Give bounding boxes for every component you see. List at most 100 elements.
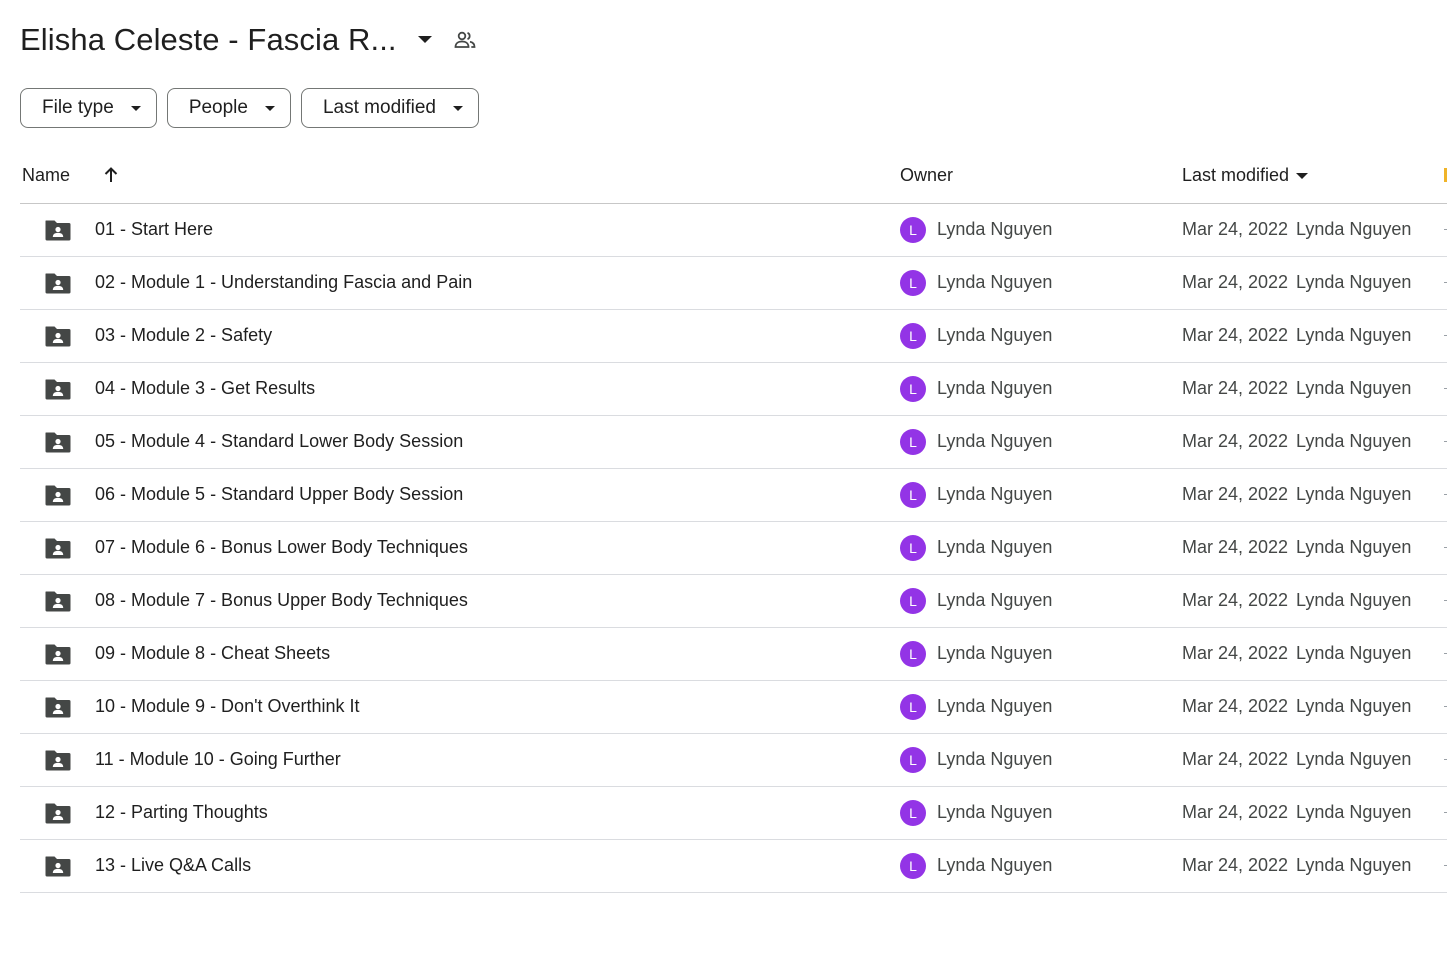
last-modified-by: Lynda Nguyen — [1296, 643, 1412, 663]
avatar: L — [900, 588, 926, 614]
drive-folder-view: Elisha Celeste - Fascia R... File type P… — [0, 0, 1447, 971]
last-modified-by: Lynda Nguyen — [1296, 749, 1412, 769]
avatar: L — [900, 482, 926, 508]
table-row[interactable]: 10 - Module 9 - Don't Overthink It L Lyn… — [20, 681, 1447, 734]
file-name[interactable]: 10 - Module 9 - Don't Overthink It — [95, 696, 360, 717]
owner-name: Lynda Nguyen — [937, 272, 1053, 292]
shared-folder-icon — [44, 324, 72, 348]
file-name[interactable]: 09 - Module 8 - Cheat Sheets — [95, 643, 330, 664]
file-name[interactable]: 12 - Parting Thoughts — [95, 802, 268, 823]
last-modified-date: Mar 24, 2022 — [1182, 219, 1289, 239]
avatar: L — [900, 429, 926, 455]
avatar: L — [900, 694, 926, 720]
file-list: Name Owner Last modified 01 - Start Here… — [20, 150, 1447, 893]
file-name[interactable]: 07 - Module 6 - Bonus Lower Body Techniq… — [95, 537, 468, 558]
last-modified-by: Lynda Nguyen — [1296, 272, 1412, 292]
shared-folder-icon — [44, 271, 72, 295]
avatar: L — [900, 800, 926, 826]
avatar: L — [900, 535, 926, 561]
arrow-drop-down-icon — [452, 105, 464, 112]
arrow-up-icon[interactable] — [100, 164, 122, 186]
last-modified-filter[interactable]: Last modified — [300, 88, 479, 128]
avatar: L — [900, 217, 926, 243]
last-modified-by: Lynda Nguyen — [1296, 802, 1412, 822]
shared-folder-icon — [44, 854, 72, 878]
last-modified-date: Mar 24, 2022 — [1182, 590, 1289, 610]
shared-folder-icon — [44, 218, 72, 242]
file-name[interactable]: 05 - Module 4 - Standard Lower Body Sess… — [95, 431, 463, 452]
file-name[interactable]: 06 - Module 5 - Standard Upper Body Sess… — [95, 484, 463, 505]
last-modified-by: Lynda Nguyen — [1296, 378, 1412, 398]
table-row[interactable]: 02 - Module 1 - Understanding Fascia and… — [20, 257, 1447, 310]
folder-title[interactable]: Elisha Celeste - Fascia R... — [20, 22, 397, 58]
owner-name: Lynda Nguyen — [937, 325, 1053, 345]
people-filter[interactable]: People — [166, 88, 291, 128]
people-filter-label: People — [188, 97, 248, 118]
shared-folder-icon — [44, 536, 72, 560]
last-modified-by: Lynda Nguyen — [1296, 431, 1412, 451]
table-row[interactable]: 03 - Module 2 - Safety L Lynda Nguyen Ma… — [20, 310, 1447, 363]
last-modified-by: Lynda Nguyen — [1296, 484, 1412, 504]
filter-bar: File type People Last modified — [20, 88, 479, 128]
last-modified-date: Mar 24, 2022 — [1182, 325, 1289, 345]
file-name[interactable]: 01 - Start Here — [95, 219, 213, 240]
shared-folder-icon — [44, 589, 72, 613]
owner-name: Lynda Nguyen — [937, 855, 1053, 875]
table-row[interactable]: 09 - Module 8 - Cheat Sheets L Lynda Ngu… — [20, 628, 1447, 681]
shared-folder-icon — [44, 642, 72, 666]
file-name[interactable]: 13 - Live Q&A Calls — [95, 855, 251, 876]
last-modified-date: Mar 24, 2022 — [1182, 484, 1289, 504]
avatar: L — [900, 376, 926, 402]
column-header-name[interactable]: Name — [22, 165, 70, 186]
last-modified-date: Mar 24, 2022 — [1182, 749, 1289, 769]
last-modified-date: Mar 24, 2022 — [1182, 537, 1289, 557]
last-modified-date: Mar 24, 2022 — [1182, 696, 1289, 716]
last-modified-by: Lynda Nguyen — [1296, 696, 1412, 716]
table-row[interactable]: 11 - Module 10 - Going Further L Lynda N… — [20, 734, 1447, 787]
last-modified-date: Mar 24, 2022 — [1182, 431, 1289, 451]
owner-name: Lynda Nguyen — [937, 537, 1053, 557]
table-row[interactable]: 05 - Module 4 - Standard Lower Body Sess… — [20, 416, 1447, 469]
arrow-drop-down-icon — [1295, 172, 1309, 180]
table-row[interactable]: 07 - Module 6 - Bonus Lower Body Techniq… — [20, 522, 1447, 575]
last-modified-date: Mar 24, 2022 — [1182, 378, 1289, 398]
shared-folder-icon — [44, 695, 72, 719]
shared-folder-icon — [44, 377, 72, 401]
last-modified-by: Lynda Nguyen — [1296, 219, 1412, 239]
shared-folder-icon — [44, 483, 72, 507]
table-row[interactable]: 13 - Live Q&A Calls L Lynda Nguyen Mar 2… — [20, 840, 1447, 893]
file-name[interactable]: 11 - Module 10 - Going Further — [95, 749, 341, 770]
shared-folder-icon — [44, 748, 72, 772]
owner-name: Lynda Nguyen — [937, 590, 1053, 610]
arrow-drop-down-icon[interactable] — [411, 26, 439, 54]
last-modified-date: Mar 24, 2022 — [1182, 855, 1289, 875]
file-name[interactable]: 08 - Module 7 - Bonus Upper Body Techniq… — [95, 590, 468, 611]
file-type-filter[interactable]: File type — [20, 88, 157, 128]
column-header-last-modified[interactable]: Last modified — [1182, 165, 1309, 186]
table-row[interactable]: 12 - Parting Thoughts L Lynda Nguyen Mar… — [20, 787, 1447, 840]
file-rows: 01 - Start Here L Lynda Nguyen Mar 24, 2… — [20, 204, 1447, 893]
last-modified-by: Lynda Nguyen — [1296, 537, 1412, 557]
folder-header: Elisha Celeste - Fascia R... — [20, 18, 479, 62]
column-header-owner: Owner — [900, 165, 954, 185]
avatar: L — [900, 641, 926, 667]
shared-folder-icon — [44, 801, 72, 825]
file-name[interactable]: 03 - Module 2 - Safety — [95, 325, 272, 346]
table-row[interactable]: 04 - Module 3 - Get Results L Lynda Nguy… — [20, 363, 1447, 416]
last-modified-by: Lynda Nguyen — [1296, 325, 1412, 345]
file-name[interactable]: 02 - Module 1 - Understanding Fascia and… — [95, 272, 472, 293]
owner-name: Lynda Nguyen — [937, 643, 1053, 663]
owner-name: Lynda Nguyen — [937, 219, 1053, 239]
file-name[interactable]: 04 - Module 3 - Get Results — [95, 378, 315, 399]
arrow-drop-down-icon — [264, 105, 276, 112]
owner-name: Lynda Nguyen — [937, 431, 1053, 451]
table-row[interactable]: 08 - Module 7 - Bonus Upper Body Techniq… — [20, 575, 1447, 628]
last-modified-by: Lynda Nguyen — [1296, 855, 1412, 875]
last-modified-filter-label: Last modified — [322, 97, 436, 118]
table-row[interactable]: 01 - Start Here L Lynda Nguyen Mar 24, 2… — [20, 204, 1447, 257]
owner-name: Lynda Nguyen — [937, 378, 1053, 398]
people-icon — [451, 26, 479, 54]
table-row[interactable]: 06 - Module 5 - Standard Upper Body Sess… — [20, 469, 1447, 522]
last-modified-date: Mar 24, 2022 — [1182, 272, 1289, 292]
avatar: L — [900, 270, 926, 296]
